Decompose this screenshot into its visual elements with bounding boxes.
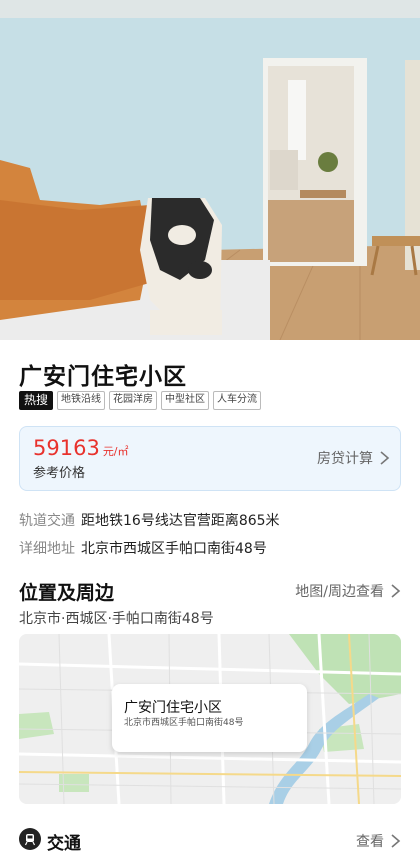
tag-list: 热搜 地铁沿线 花园洋房 中型社区 人车分流: [19, 391, 262, 410]
chevron-right-icon: [380, 451, 390, 465]
map-view-label: 地图/周边查看: [295, 584, 384, 600]
address-value: 北京市西城区手帕口南街48号: [81, 541, 267, 557]
chevron-right-icon: [391, 834, 401, 848]
loan-calc-button[interactable]: 房贷计算: [317, 448, 390, 468]
transit-label: 轨道交通: [19, 513, 75, 529]
transport-section-title: 交通: [47, 834, 81, 854]
transit-row: 轨道交通 距地铁16号线达官营距离865米: [19, 510, 280, 530]
transport-view-label: 查看: [356, 834, 384, 850]
address-row: 详细地址 北京市西城区手帕口南街48号: [19, 538, 267, 558]
tag: 花园洋房: [109, 391, 158, 410]
listing-title: 广安门住宅小区: [19, 364, 187, 390]
map-card-address: 北京市西城区手帕口南街48号: [124, 718, 244, 728]
hero-photo[interactable]: [0, 0, 420, 340]
metro-icon: [19, 828, 41, 850]
address-path: 北京市·西城区·手帕口南街48号: [19, 611, 214, 627]
address-label: 详细地址: [19, 541, 75, 557]
tag: 中型社区: [161, 391, 210, 410]
tag: 人车分流: [213, 391, 262, 410]
map-location-card[interactable]: 广安门住宅小区 北京市西城区手帕口南街48号: [112, 684, 307, 752]
map-card-title: 广安门住宅小区: [124, 700, 222, 716]
transport-view-link[interactable]: 查看: [356, 831, 401, 851]
loan-calc-label: 房贷计算: [317, 451, 373, 467]
price-value: 59163: [33, 436, 100, 460]
transit-value: 距地铁16号线达官营距离865米: [81, 513, 280, 529]
location-map[interactable]: 广安门住宅小区 北京市西城区手帕口南街48号: [19, 634, 401, 804]
location-section-title: 位置及周边: [19, 582, 115, 604]
price-card: 59163 元/㎡ 参考价格 房贷计算: [19, 426, 401, 491]
map-view-link[interactable]: 地图/周边查看: [295, 581, 401, 601]
price-row: 59163 元/㎡: [33, 436, 129, 460]
train-icon: [24, 834, 36, 846]
hot-tag: 热搜: [19, 391, 54, 410]
price-label: 参考价格: [33, 466, 86, 481]
tag: 地铁沿线: [57, 391, 106, 410]
price-unit: 元/㎡: [102, 445, 129, 458]
room-photo: [0, 0, 420, 340]
chevron-right-icon: [391, 584, 401, 598]
